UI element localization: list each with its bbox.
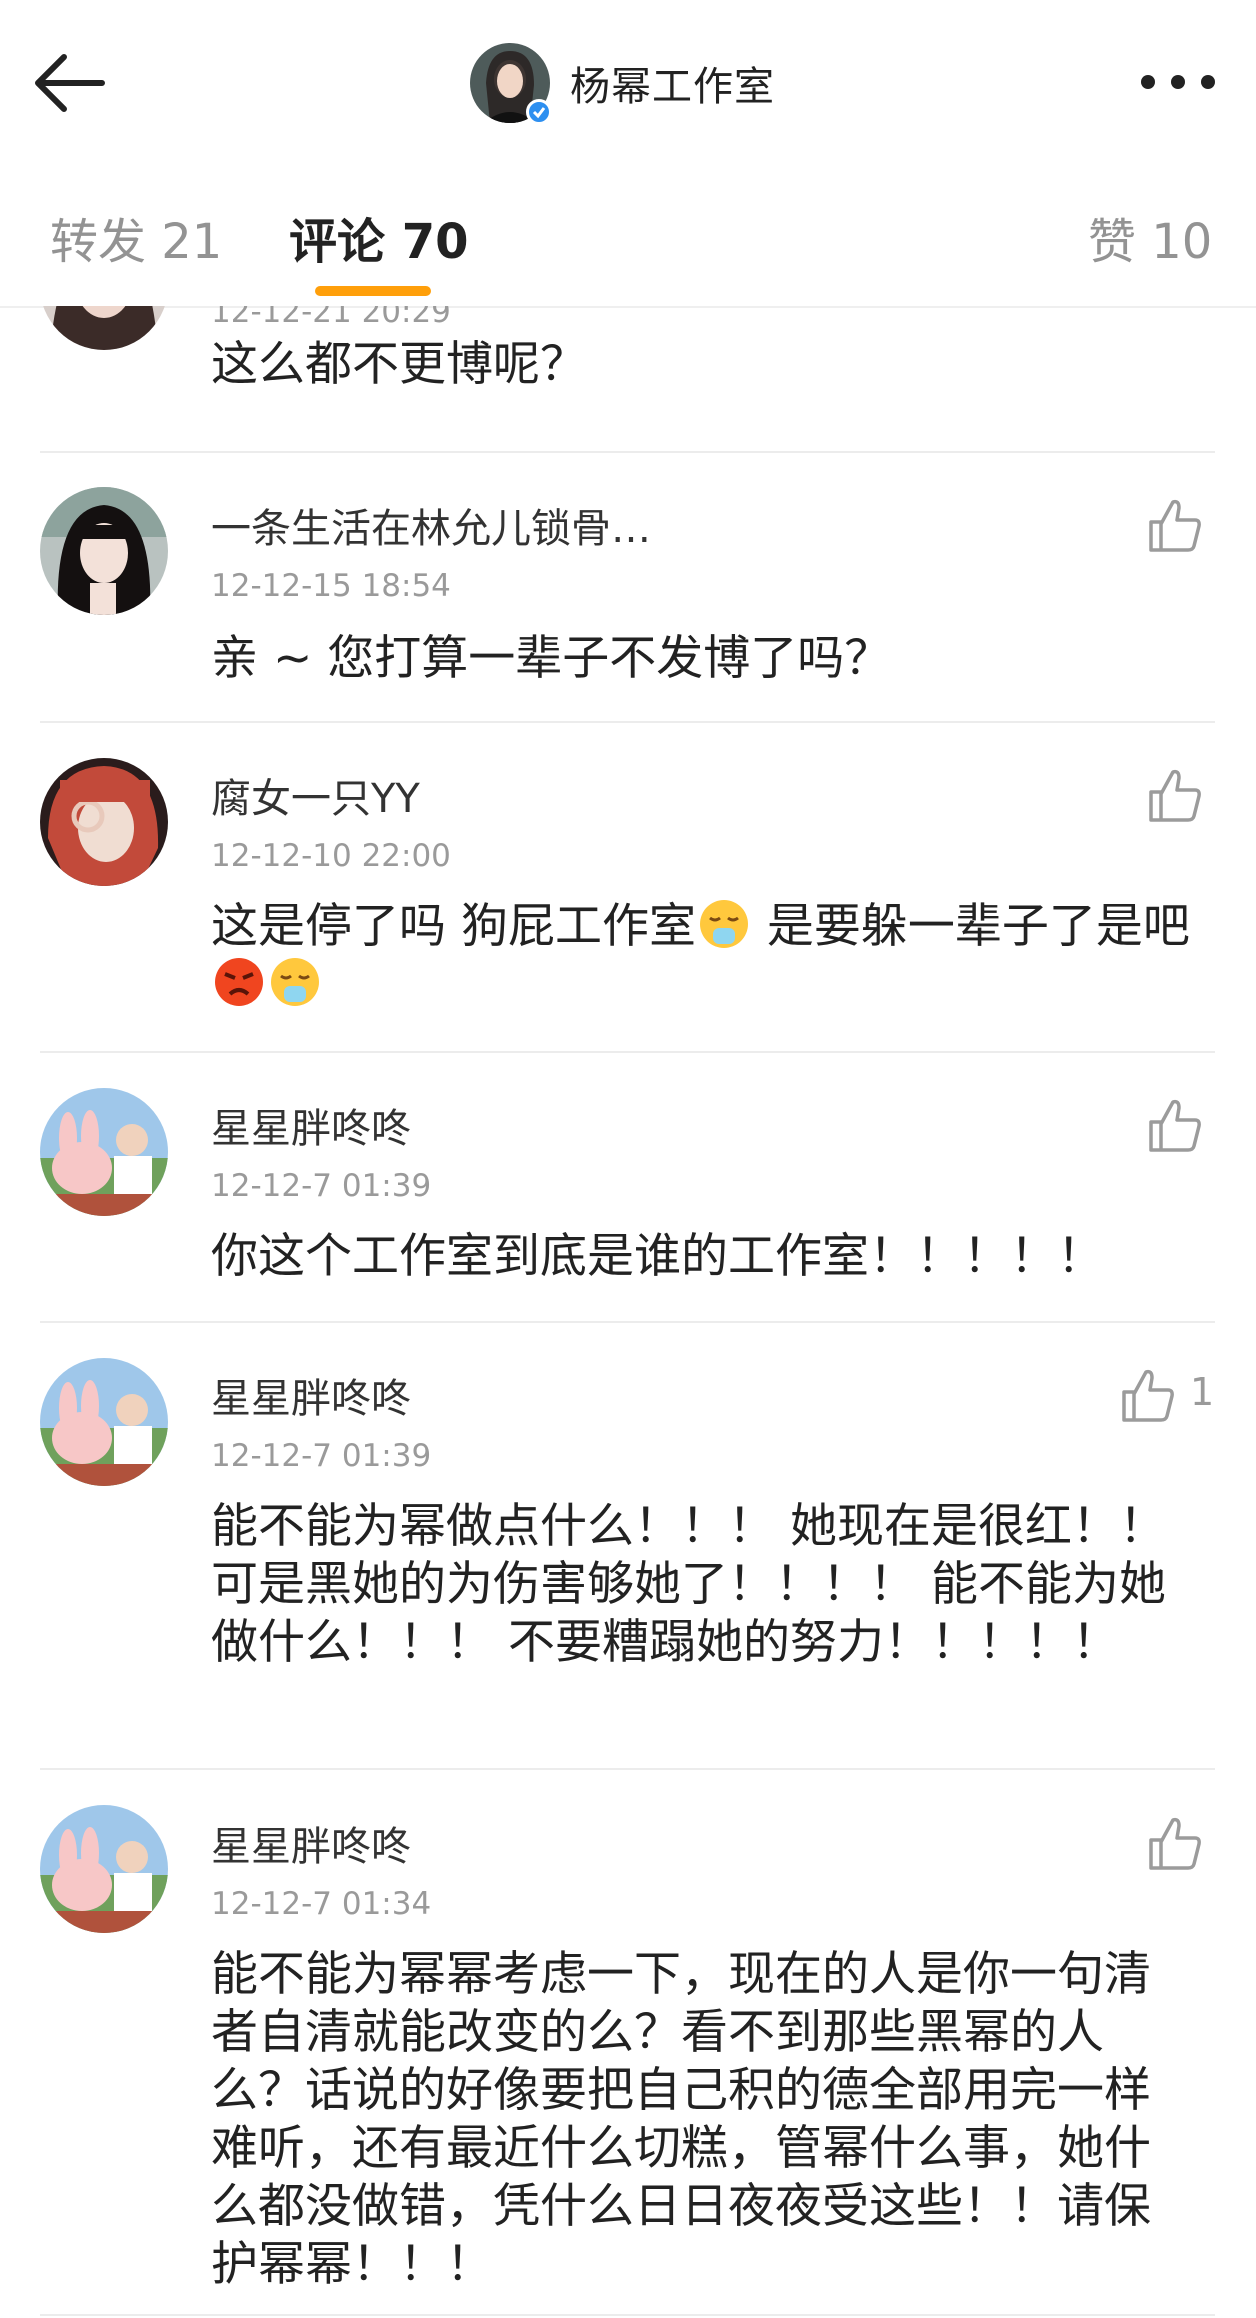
thumbs-up-icon [1149, 499, 1201, 552]
comment-time: 12-12-15 18:54 [211, 568, 451, 604]
comment-author[interactable]: 星星胖咚咚 [211, 1814, 411, 1872]
comment-author[interactable]: 星星胖咚咚 [211, 1366, 411, 1424]
comment-time: 12-12-7 01:39 [211, 1168, 432, 1204]
tab-repost[interactable]: 转发 21 [50, 202, 222, 272]
comment-time: 12-12-7 01:34 [211, 1886, 432, 1922]
like-count: 1 [1190, 1370, 1215, 1414]
tab-bar: 转发 21 评论 70 赞 10 [0, 158, 1256, 308]
divider [40, 1321, 1215, 1323]
like-button[interactable] [1120, 1368, 1176, 1424]
avatar[interactable] [40, 1805, 168, 1933]
comment-text: 能不能为幂幂考虑一下，现在的人是你一句清者自清就能改变的么？看不到那些黑幂的人么… [211, 1947, 1151, 2292]
comment-author[interactable]: 一条生活在林允儿锁骨… [211, 496, 651, 554]
more-dots-icon [1141, 75, 1215, 89]
thumbs-up-icon [1149, 1099, 1201, 1152]
avatar[interactable] [40, 306, 168, 350]
comment-text: 这么都不更博呢？ [211, 337, 587, 392]
comment-time: 12-12-7 01:39 [211, 1438, 432, 1474]
avatar[interactable] [40, 1358, 168, 1486]
more-button[interactable] [1138, 62, 1218, 102]
avatar[interactable] [40, 1088, 168, 1216]
divider [40, 1768, 1215, 1770]
comment-text: 亲 ~ 您打算一辈子不发博了吗？ [211, 631, 892, 686]
top-bar: 杨幂工作室 [0, 0, 1256, 160]
page-title: 杨幂工作室 [570, 64, 775, 110]
tab-comment[interactable]: 评论 70 [289, 202, 469, 272]
avatar[interactable] [40, 758, 168, 886]
like-button[interactable] [1147, 498, 1203, 554]
divider [40, 721, 1215, 723]
comment-time: 12-12-21 20:29 [211, 306, 451, 330]
page-title-group[interactable]: 杨幂工作室 [470, 43, 775, 125]
comment-time: 12-12-10 22:00 [211, 838, 451, 874]
divider [40, 451, 1215, 453]
tab-indicator [315, 286, 431, 296]
divider [40, 2314, 1215, 2316]
like-button[interactable] [1147, 1098, 1203, 1154]
arrow-left-icon [35, 54, 105, 112]
comment-text: 能不能为幂做点什么！！！ 她现在是很红！！ 可是黑她的为伤害够她了！！！！ 能不… [211, 1499, 1166, 1670]
avatar[interactable] [40, 487, 168, 615]
angry-face-emoji-icon [213, 956, 265, 1008]
comment-list[interactable]: 12-12-21 20:29 这么都不更博呢？ 一条生活在林允儿锁骨… 12-1… [0, 306, 1256, 2318]
avatar[interactable] [470, 43, 552, 125]
thumbs-up-icon [1149, 1817, 1201, 1870]
thumbs-up-icon [1149, 769, 1201, 822]
like-button[interactable] [1147, 1816, 1203, 1872]
comment-text: 这是停了吗 狗屁工作室 是要躲一辈子了是吧 [211, 898, 1191, 1014]
back-button[interactable] [30, 50, 110, 116]
tab-like[interactable]: 赞 10 [1088, 202, 1212, 272]
divider [40, 1051, 1215, 1053]
like-button[interactable] [1147, 768, 1203, 824]
steaming-face-emoji-icon [269, 956, 321, 1008]
verified-badge-icon [526, 99, 552, 125]
comment-text: 你这个工作室到底是谁的工作室！！！！！ [211, 1229, 1104, 1284]
thumbs-up-icon [1122, 1369, 1174, 1422]
comment-author[interactable]: 腐女一只YY [211, 766, 420, 824]
comment-author[interactable]: 星星胖咚咚 [211, 1096, 411, 1154]
steaming-face-emoji-icon [698, 898, 750, 950]
